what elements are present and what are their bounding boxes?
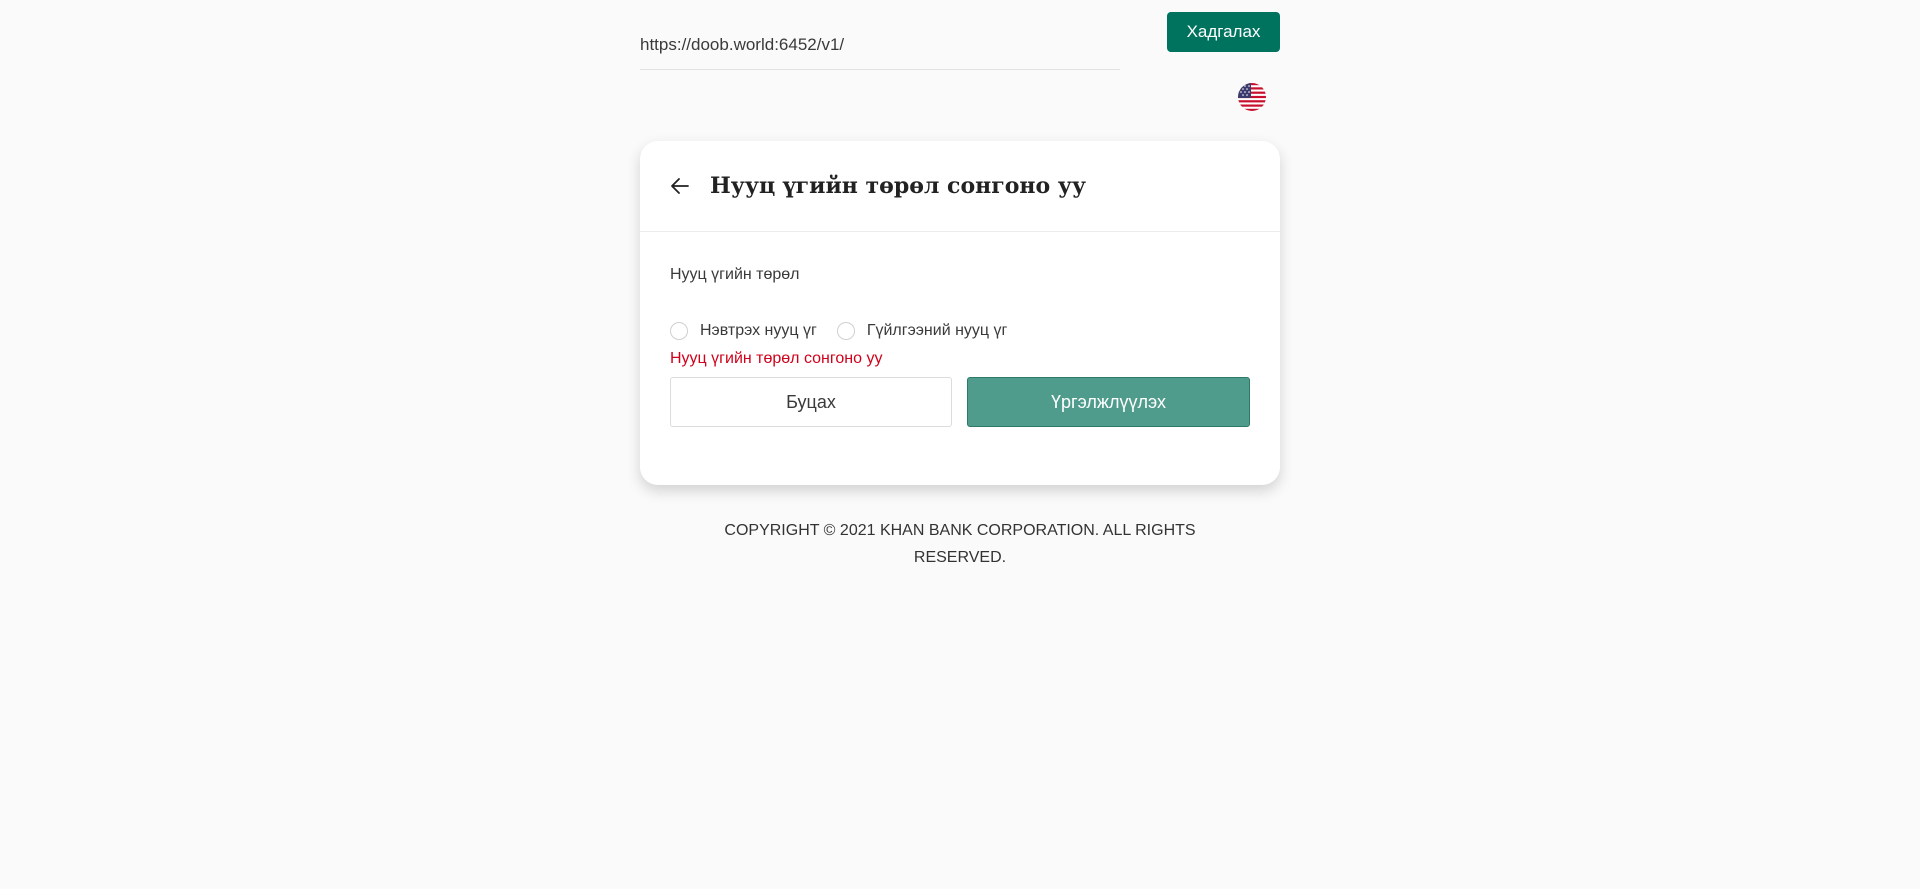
radio-button[interactable] [670,322,688,340]
top-bar: Хадгалах [640,12,1280,70]
radio-button[interactable] [836,322,855,340]
page-title: Нууц үгийн төрөл сонгоно уу [710,173,1086,199]
card-header: Нууц үгийн төрөл сонгоно уу [640,141,1280,232]
save-button[interactable]: Хадгалах [1167,12,1280,52]
back-button[interactable]: Буцах [670,377,952,427]
radio-label: Нэвтрэх нууц үг [700,322,817,339]
arrow-left-icon[interactable] [670,175,692,197]
copyright-footer: COPYRIGHT © 2021 KHAN BANK CORPORATION. … [640,517,1280,571]
copyright-line-1: COPYRIGHT © 2021 KHAN BANK CORPORATION. … [724,522,1196,539]
radio-login-password[interactable]: Нэвтрэх нууц үг [670,322,817,340]
radio-transaction-password[interactable]: Гүйлгээний нууц үг [836,322,1008,340]
server-url-input[interactable] [640,20,1120,70]
password-type-radio-group: Нэвтрэх нууц үг Гүйлгээний нууц үг [670,322,1027,340]
password-type-label: Нууц үгийн төрөл [670,266,800,283]
copyright-line-2: RESERVED. [913,549,1007,566]
us-flag-icon[interactable] [1238,83,1266,111]
continue-button[interactable]: Үргэлжлүүлэх [967,377,1250,427]
radio-label: Гүйлгээний нууц үг [866,322,1008,339]
validation-error-message: Нууц үгийн төрөл сонгоно уу [670,350,883,367]
password-type-card: Нууц үгийн төрөл сонгоно уу Нууц үгийн т… [640,141,1280,485]
